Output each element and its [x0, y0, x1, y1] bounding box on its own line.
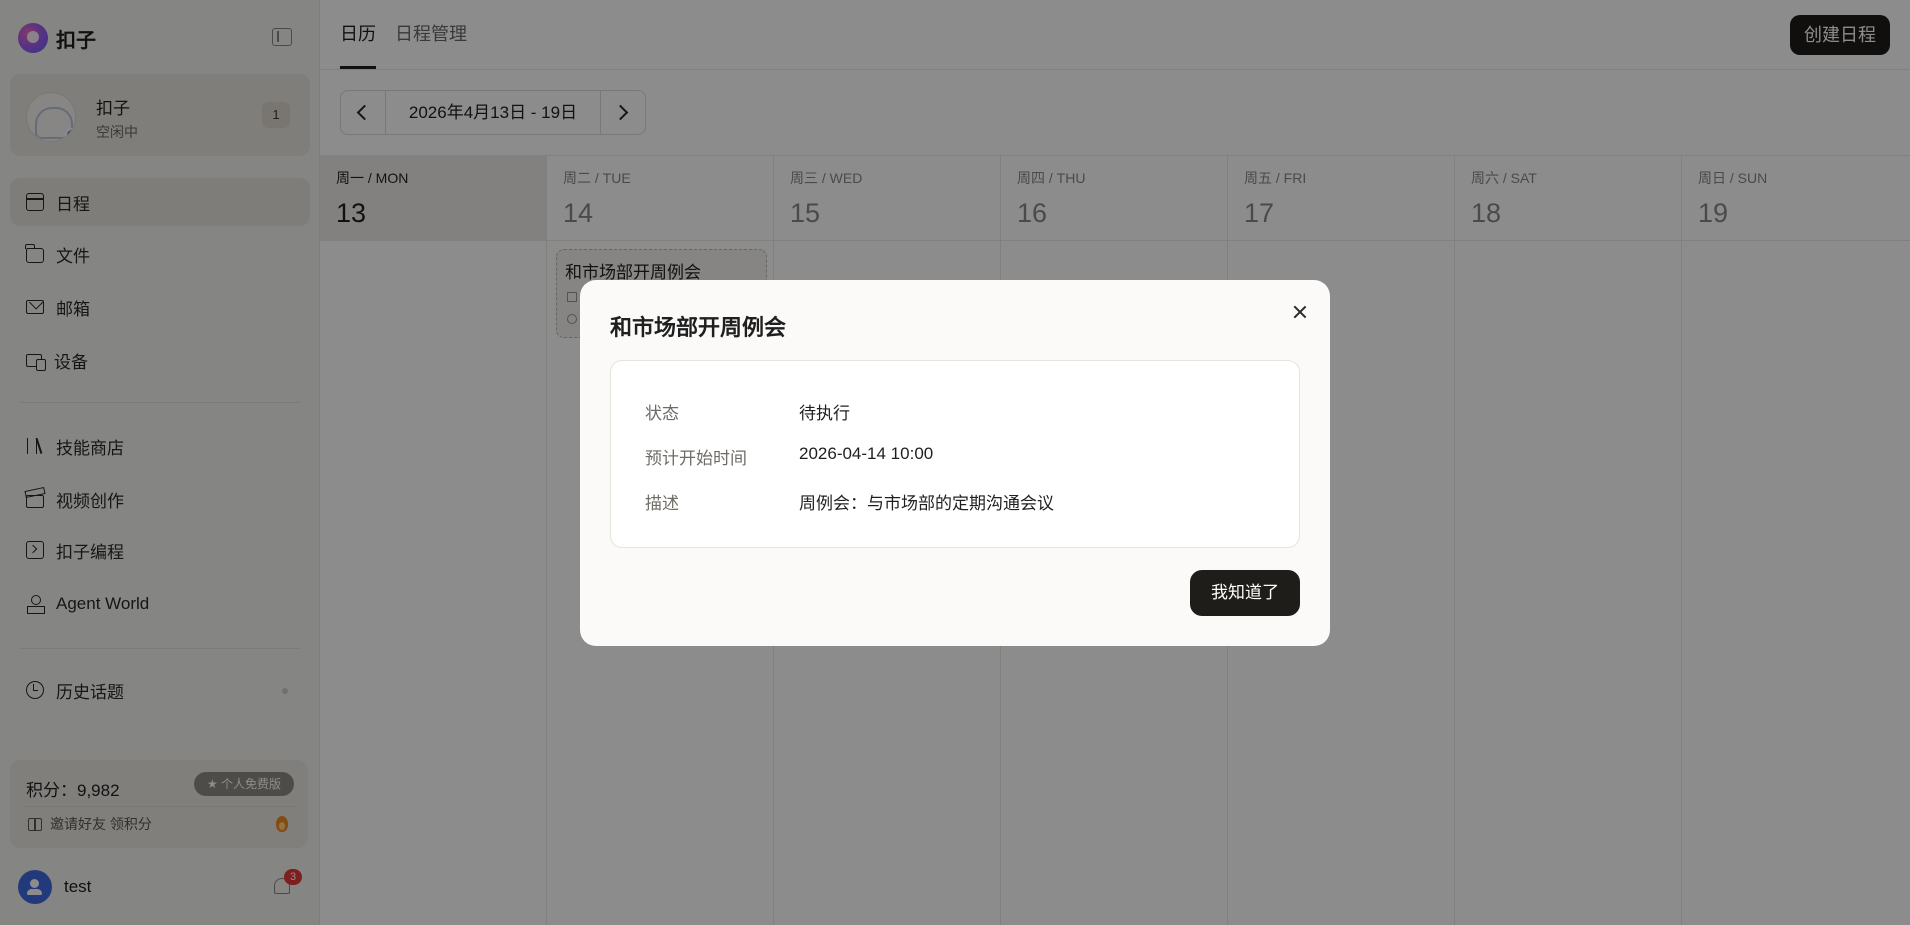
- dialog-title: 和市场部开周例会: [610, 315, 787, 340]
- event-detail-dialog: 和市场部开周例会 状态 待执行 预计开始时间 2026-04-14 10:00 …: [580, 280, 1330, 646]
- detail-row-start-time: 预计开始时间 2026-04-14 10:00: [645, 444, 933, 469]
- detail-key: 状态: [645, 404, 679, 423]
- detail-row-status: 状态 待执行: [645, 399, 850, 424]
- detail-panel: 状态 待执行 预计开始时间 2026-04-14 10:00 描述 周例会：与市…: [610, 360, 1300, 548]
- detail-value: 周例会：与市场部的定期沟通会议: [799, 494, 1054, 513]
- detail-value: 2026-04-14 10:00: [799, 444, 934, 463]
- close-icon[interactable]: [1290, 302, 1310, 322]
- detail-value: 待执行: [799, 404, 850, 423]
- detail-key: 预计开始时间: [645, 449, 747, 468]
- detail-row-description: 描述 周例会：与市场部的定期沟通会议: [645, 489, 1054, 514]
- detail-key: 描述: [645, 494, 679, 513]
- confirm-button[interactable]: 我知道了: [1190, 570, 1300, 616]
